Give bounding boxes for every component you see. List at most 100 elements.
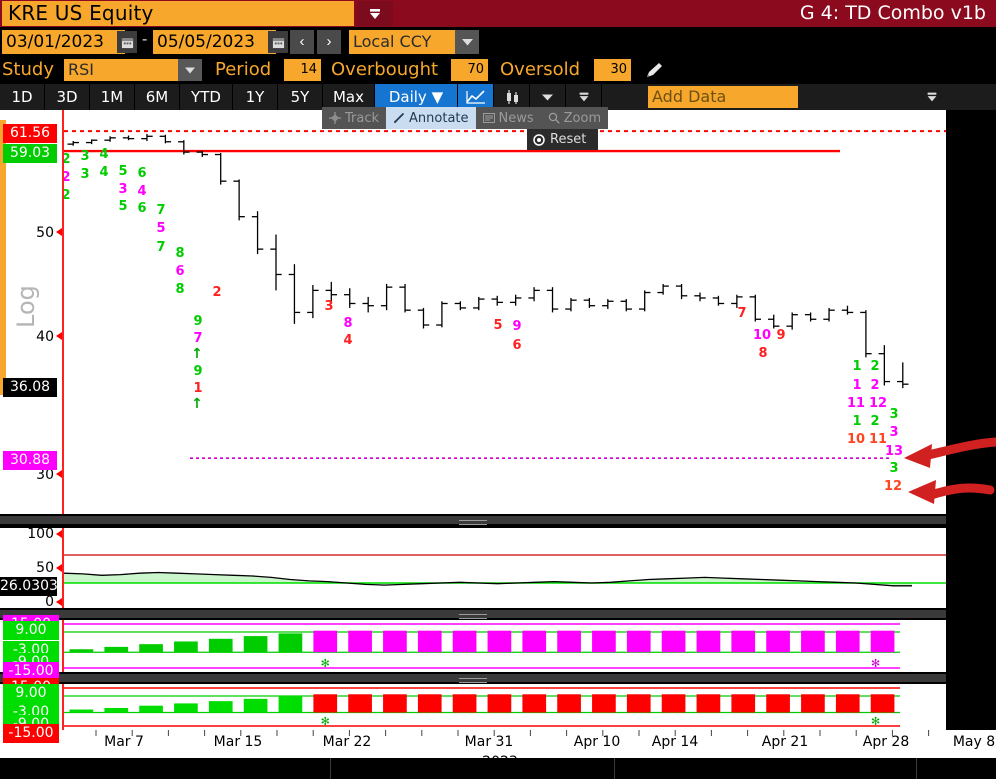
svg-text:6: 6: [175, 264, 184, 279]
tool-news[interactable]: News: [476, 107, 541, 129]
filter-down-icon[interactable]: [357, 1, 393, 26]
start-calendar-icon[interactable]: [117, 31, 137, 53]
panel-divider-1[interactable]: [0, 514, 946, 526]
tool-track-label: Track: [345, 110, 380, 126]
overbought-input[interactable]: 70: [451, 59, 488, 81]
page-title: G 4: TD Combo v1b: [799, 2, 986, 24]
range-1y[interactable]: 1Y: [233, 84, 278, 110]
range-1m[interactable]: 1M: [90, 84, 135, 110]
svg-text:✻: ✻: [321, 715, 330, 728]
ticker-input[interactable]: KRE US Equity: [2, 1, 354, 26]
add-data-filter-icon[interactable]: [918, 84, 946, 110]
svg-text:11: 11: [847, 396, 865, 411]
add-data-input[interactable]: Add Data: [648, 86, 798, 108]
x-axis-tick-label: Apr 10: [573, 734, 621, 750]
reset-dot-icon: [533, 133, 545, 146]
y-tick-mark-50: [56, 228, 62, 236]
reset-button[interactable]: Reset: [527, 129, 598, 150]
demark-canvas: ✻ ✻: [64, 623, 900, 670]
date-row: 03/01/2023 - 05/05/2023 ‹ › Local CCY ↺ …: [0, 27, 996, 80]
end-calendar-icon[interactable]: [268, 31, 288, 53]
svg-text:3: 3: [889, 407, 898, 422]
study-chevron-down-icon[interactable]: [178, 59, 202, 81]
rsi-tick-50: 50: [36, 560, 54, 576]
next-period-button[interactable]: ›: [317, 30, 341, 54]
red-arrow-left: [904, 437, 996, 504]
status-divider-2: [614, 758, 615, 779]
range-1d[interactable]: 1D: [0, 84, 45, 110]
svg-text:6: 6: [512, 338, 521, 353]
svg-text:7: 7: [193, 331, 202, 346]
svg-text:✻: ✻: [871, 657, 880, 670]
chevron-down-icon[interactable]: [455, 30, 479, 54]
x-axis-tick-label: Apr 28: [862, 734, 910, 750]
price-chart-panel[interactable]: 2 3 4 2 3 4 5 6 2 3 4 5 6 7 5 7 8 6 8 2 9 7 ↑ 9 1 ↑ 3 8 4 5 9 6 7 10 9 8 1 2 1…: [0, 110, 946, 514]
svg-text:8: 8: [175, 246, 184, 261]
svg-text:4: 4: [99, 147, 108, 162]
tool-track[interactable]: Track: [322, 107, 386, 129]
svg-text:↑: ↑: [191, 396, 203, 412]
end-date-input[interactable]: 05/05/2023: [153, 30, 276, 54]
price-flag-last: 36.08: [3, 378, 57, 397]
demark-panel[interactable]: ✻ ✻: [0, 620, 946, 672]
range-3d[interactable]: 3D: [45, 84, 90, 110]
reset-label: Reset: [550, 132, 587, 147]
x-axis-tick-label: Apr 21: [761, 734, 809, 750]
y-tick-40: 40: [36, 329, 54, 345]
panel-divider-2[interactable]: [0, 608, 946, 620]
range-5y[interactable]: 5Y: [278, 84, 323, 110]
demark-left-boundary: [62, 620, 64, 672]
y-tick-50: 50: [36, 225, 54, 241]
svg-text:4: 4: [343, 333, 352, 348]
svg-text:2: 2: [870, 378, 879, 393]
svg-text:5: 5: [156, 221, 165, 236]
y-tick-mark-30: [56, 470, 62, 478]
log-scale-label: Log: [12, 285, 40, 328]
x-axis-tick-label: Apr 14: [651, 734, 699, 750]
svg-text:12: 12: [869, 396, 887, 411]
divider-grip: [459, 614, 487, 619]
svg-text:7: 7: [156, 203, 165, 218]
rsi-tick-100: 100: [27, 526, 54, 542]
study-label: Study: [2, 59, 54, 80]
prev-period-button[interactable]: ‹: [290, 30, 314, 54]
price-chart-canvas: 2 3 42 3 4 5 62 3 45 6 757 868 297↑91↑3845 96710 981 21…: [61, 130, 946, 494]
svg-text:3: 3: [118, 182, 127, 197]
date-separator: -: [142, 31, 148, 48]
rsi-panel[interactable]: [0, 528, 946, 608]
tool-annotate[interactable]: Annotate: [386, 107, 476, 129]
y-tick-mark-40: [56, 332, 62, 340]
svg-text:✻: ✻: [321, 657, 330, 670]
svg-text:1: 1: [852, 414, 861, 429]
svg-text:3: 3: [80, 167, 89, 182]
overbought-label: Overbought: [331, 59, 439, 80]
price-flag-low: 30.88: [3, 451, 57, 470]
svg-text:4: 4: [99, 165, 108, 180]
tool-annotate-label: Annotate: [409, 110, 469, 126]
study-input[interactable]: RSI: [64, 59, 178, 81]
svg-text:6: 6: [137, 201, 146, 216]
svg-text:5: 5: [493, 318, 502, 333]
oversold-input[interactable]: 30: [594, 59, 631, 81]
tool-zoom[interactable]: Zoom: [541, 107, 608, 129]
rsi-tick-mark-50: [56, 564, 62, 572]
currency-select[interactable]: Local CCY: [349, 30, 459, 54]
range-6m[interactable]: 6M: [135, 84, 180, 110]
range-ytd[interactable]: YTD: [180, 84, 233, 110]
pencil-icon[interactable]: [644, 62, 664, 80]
rsi-value-flag: 26.0303: [0, 577, 58, 596]
svg-text:10: 10: [847, 432, 865, 447]
start-date-input[interactable]: 03/01/2023: [2, 30, 125, 54]
svg-text:8: 8: [175, 282, 184, 297]
x-axis-tick-label: Mar 22: [322, 734, 372, 750]
svg-text:3: 3: [80, 149, 89, 164]
rsi-left-boundary: [62, 528, 64, 608]
period-label: Period: [215, 59, 272, 80]
svg-text:7: 7: [737, 306, 746, 321]
svg-text:✻: ✻: [871, 715, 880, 728]
momentum-panel[interactable]: ✻ ✻: [0, 684, 946, 730]
svg-text:6: 6: [137, 166, 146, 181]
panel-divider-3[interactable]: [0, 672, 946, 684]
divider-grip: [459, 520, 487, 525]
period-input[interactable]: 14: [284, 59, 321, 81]
